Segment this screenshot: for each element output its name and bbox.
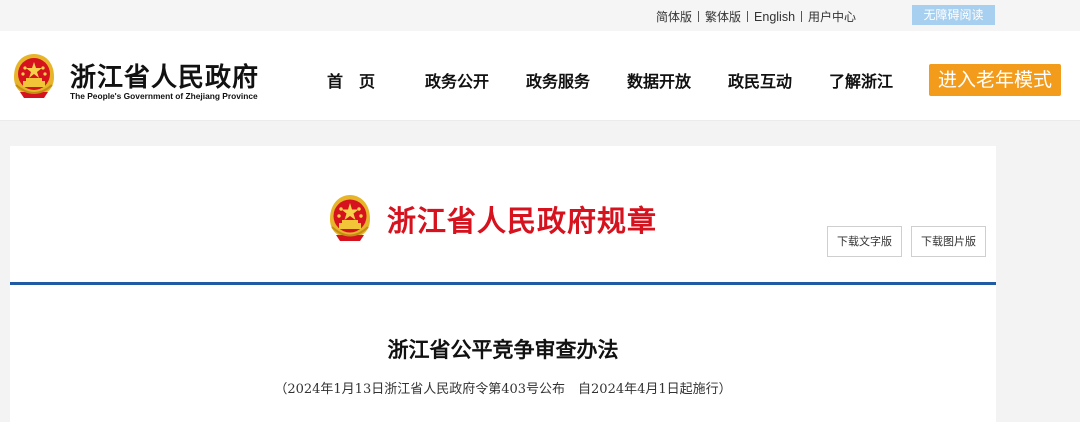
elderly-mode-button[interactable]: 进入老年模式 <box>929 64 1061 96</box>
section-title: 浙江省人民政府规章 <box>387 204 658 238</box>
link-separator <box>698 11 700 22</box>
site-name[interactable]: 浙江省人民政府 <box>70 57 259 94</box>
nav-government-affairs-disclosure[interactable]: 政务公开 <box>425 68 489 92</box>
simplified-chinese-link[interactable]: 简体版 <box>656 8 692 25</box>
download-image-version-button[interactable]: 下载图片版 <box>911 226 986 257</box>
user-center-link[interactable]: 用户中心 <box>808 8 856 25</box>
nav-open-data[interactable]: 数据开放 <box>627 68 691 92</box>
nav-home[interactable]: 首 页 <box>327 68 375 92</box>
accessibility-reading-button[interactable]: 无障碍阅读 <box>912 5 995 25</box>
section-divider <box>10 282 996 285</box>
nav-public-interaction[interactable]: 政民互动 <box>728 68 792 92</box>
national-emblem-icon <box>330 195 370 241</box>
language-links: 简体版 繁体版 English 用户中心 <box>656 8 856 25</box>
nav-about-zhejiang[interactable]: 了解浙江 <box>829 68 893 92</box>
link-separator <box>801 11 803 22</box>
english-link[interactable]: English <box>754 10 795 24</box>
traditional-chinese-link[interactable]: 繁体版 <box>705 8 741 25</box>
national-emblem-icon[interactable] <box>10 51 58 101</box>
site-name-english: The People's Government of Zhejiang Prov… <box>70 91 258 101</box>
document-subtitle: （2024年1月13日浙江省人民政府令第403号公布 自2024年4月1日起施行… <box>274 382 732 397</box>
download-text-version-button[interactable]: 下载文字版 <box>827 226 902 257</box>
document-title: 浙江省公平竞争审查办法 <box>387 337 619 362</box>
link-separator <box>747 11 749 22</box>
top-utility-bar: 简体版 繁体版 English 用户中心 无障碍阅读 <box>0 0 1080 31</box>
nav-government-services[interactable]: 政务服务 <box>526 68 590 92</box>
